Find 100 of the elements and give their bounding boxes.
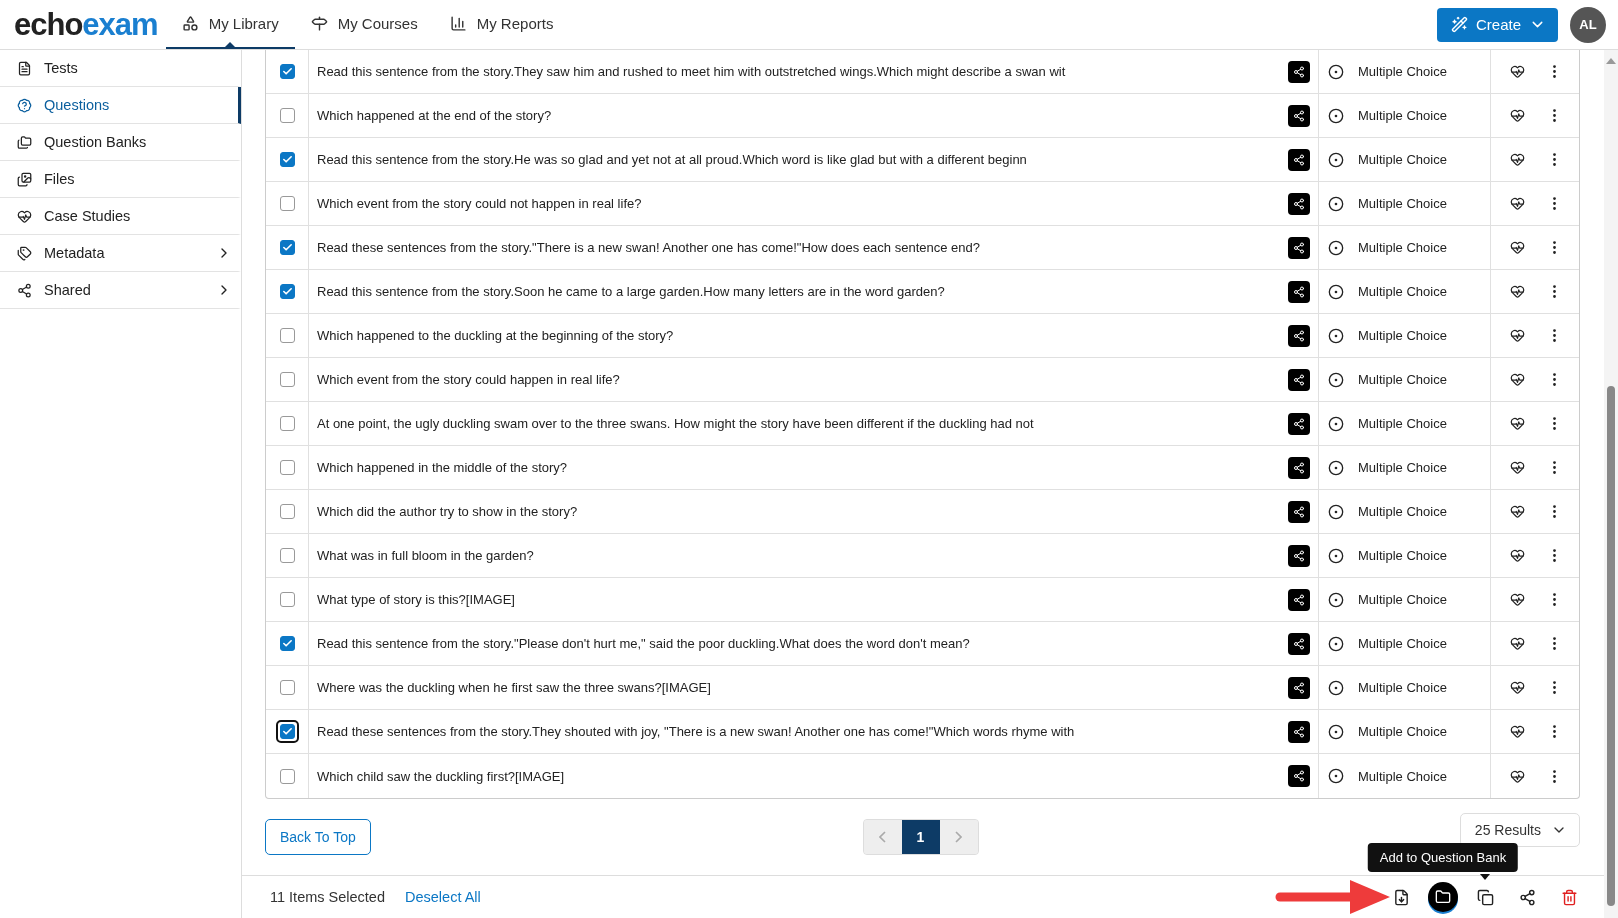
sidebar-item[interactable]: Questions bbox=[0, 87, 241, 124]
question-text: Read this sentence from the story.Soon he came to a large garden.How many letters are in the word garden? bbox=[317, 284, 946, 299]
scrollbar-thumb[interactable] bbox=[1607, 386, 1615, 906]
share-icon bbox=[17, 282, 32, 298]
radio-dot-icon bbox=[1328, 327, 1344, 344]
row-checkbox[interactable] bbox=[279, 284, 295, 299]
share-icon[interactable] bbox=[1288, 324, 1310, 347]
row-checkbox[interactable] bbox=[279, 460, 295, 475]
share-icon[interactable] bbox=[1288, 192, 1310, 215]
row-checkbox[interactable] bbox=[279, 636, 295, 651]
sidebar-item[interactable]: Question Banks bbox=[0, 124, 241, 161]
scrollbar[interactable] bbox=[1604, 50, 1618, 918]
heart-pulse-icon[interactable] bbox=[1509, 680, 1525, 695]
back-to-top-button[interactable]: Back To Top bbox=[265, 819, 371, 855]
radio-dot-icon bbox=[1328, 151, 1344, 168]
row-checkbox[interactable] bbox=[279, 240, 295, 255]
nav-tab[interactable]: My Courses bbox=[294, 0, 434, 49]
add-to-bank-button[interactable] bbox=[1428, 882, 1458, 912]
nav-tab[interactable]: My Library bbox=[165, 0, 295, 49]
heart-pulse-icon[interactable] bbox=[1509, 240, 1525, 255]
share-icon[interactable] bbox=[1288, 412, 1310, 435]
share-icon[interactable] bbox=[1288, 500, 1310, 523]
heart-pulse-icon[interactable] bbox=[1509, 724, 1525, 739]
share-icon[interactable] bbox=[1288, 544, 1310, 567]
results-dropdown[interactable]: 25 Results bbox=[1459, 813, 1580, 847]
check-icon bbox=[281, 66, 293, 77]
sidebar-label: Files bbox=[44, 171, 76, 187]
sidebar-item[interactable]: Shared bbox=[0, 272, 241, 309]
question-type: Multiple Choice bbox=[1358, 768, 1447, 784]
share-icon bbox=[1518, 888, 1536, 906]
share-glyph-icon bbox=[1293, 593, 1305, 606]
nav-tab[interactable]: My Reports bbox=[433, 0, 570, 49]
heart-pulse-icon[interactable] bbox=[1509, 372, 1525, 387]
radio-dot-icon bbox=[1328, 503, 1344, 520]
row-checkbox[interactable] bbox=[279, 64, 295, 79]
user-avatar[interactable]: AL bbox=[1570, 6, 1606, 43]
heart-pulse-icon[interactable] bbox=[1509, 152, 1525, 167]
question-text: Which event from the story could not happen in real life? bbox=[317, 196, 643, 211]
heart-pulse-icon[interactable] bbox=[1509, 416, 1525, 431]
heart-pulse-icon[interactable] bbox=[1509, 284, 1525, 299]
heart-pulse-icon[interactable] bbox=[1509, 108, 1525, 123]
sidebar-item[interactable]: Files bbox=[0, 161, 241, 198]
share-icon[interactable] bbox=[1288, 632, 1310, 655]
heart-pulse-icon[interactable] bbox=[1509, 460, 1525, 475]
row-checkbox[interactable] bbox=[279, 548, 295, 563]
share-icon[interactable] bbox=[1288, 676, 1310, 699]
heart-pulse-icon[interactable] bbox=[1509, 636, 1525, 651]
question-text: Read these sentences from the story.They shouted with joy, "There is a new swan! Another one has come!"Which words rhyme with bbox=[317, 724, 1076, 739]
row-checkbox[interactable] bbox=[279, 680, 295, 695]
check-icon bbox=[281, 154, 293, 165]
heart-pulse-icon[interactable] bbox=[1509, 504, 1525, 519]
bar-chart-icon bbox=[449, 15, 467, 32]
share-glyph-icon bbox=[1293, 725, 1305, 738]
heart-pulse-icon[interactable] bbox=[1509, 64, 1525, 79]
question-text: Which did the author try to show in the story? bbox=[317, 504, 579, 519]
share-glyph-icon bbox=[1293, 329, 1305, 342]
row-checkbox[interactable] bbox=[279, 328, 295, 343]
sidebar-item[interactable]: Tests bbox=[0, 50, 241, 87]
row-checkbox[interactable] bbox=[279, 108, 295, 123]
share-icon[interactable] bbox=[1288, 236, 1310, 259]
tab-indicator bbox=[224, 42, 237, 48]
share-icon[interactable] bbox=[1288, 720, 1310, 743]
heart-pulse-icon[interactable] bbox=[1509, 196, 1525, 211]
share-icon[interactable] bbox=[1288, 60, 1310, 83]
question-type: Multiple Choice bbox=[1358, 108, 1447, 123]
question-text: Which child saw the duckling first?[IMAGE] bbox=[317, 768, 566, 784]
share-icon[interactable] bbox=[1288, 104, 1310, 127]
question-badge-icon bbox=[17, 97, 32, 113]
row-checkbox[interactable] bbox=[279, 196, 295, 211]
question-text: What type of story is this?[IMAGE] bbox=[317, 592, 516, 607]
share-icon[interactable] bbox=[1288, 368, 1310, 391]
share-icon[interactable] bbox=[1288, 280, 1310, 303]
question-type: Multiple Choice bbox=[1358, 196, 1447, 211]
radio-dot-icon bbox=[1328, 459, 1344, 476]
row-checkbox[interactable] bbox=[279, 416, 295, 431]
row-checkbox[interactable] bbox=[279, 372, 295, 387]
share-icon[interactable] bbox=[1288, 765, 1310, 787]
share-glyph-icon bbox=[1293, 197, 1305, 210]
sidebar-item[interactable]: Metadata bbox=[0, 235, 241, 272]
heart-pulse-icon[interactable] bbox=[1509, 548, 1525, 563]
row-checkbox[interactable] bbox=[279, 152, 295, 167]
folders-icon bbox=[17, 134, 32, 150]
heart-pulse-icon[interactable] bbox=[1509, 592, 1525, 607]
radio-dot-icon bbox=[1328, 547, 1344, 564]
share-icon[interactable] bbox=[1288, 456, 1310, 479]
radio-dot-icon bbox=[1328, 371, 1344, 388]
question-type: Multiple Choice bbox=[1358, 460, 1447, 475]
row-checkbox[interactable] bbox=[279, 768, 295, 784]
sidebar-item[interactable]: Case Studies bbox=[0, 198, 241, 235]
row-checkbox[interactable] bbox=[279, 592, 295, 607]
heart-pulse-icon[interactable] bbox=[1509, 768, 1525, 784]
share-icon[interactable] bbox=[1288, 588, 1310, 611]
share-icon[interactable] bbox=[1288, 148, 1310, 171]
heart-pulse-icon[interactable] bbox=[1509, 328, 1525, 343]
page-number-button[interactable]: 1 bbox=[901, 820, 940, 854]
row-checkbox[interactable] bbox=[279, 504, 295, 519]
magic-wand-icon bbox=[1450, 16, 1468, 33]
create-button[interactable]: Create bbox=[1436, 7, 1558, 42]
deselect-all-link[interactable]: Deselect All bbox=[405, 889, 481, 905]
sidebar-label: Tests bbox=[44, 60, 79, 76]
